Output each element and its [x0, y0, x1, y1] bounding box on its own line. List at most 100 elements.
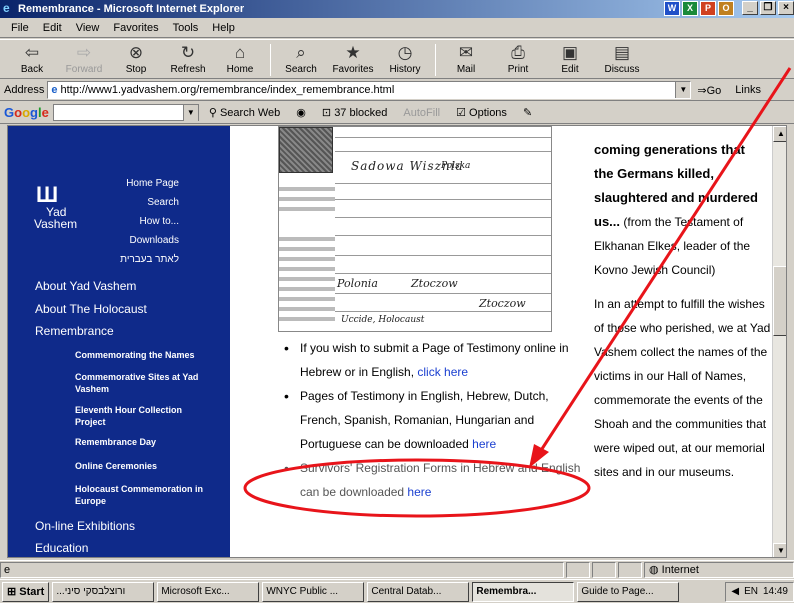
menu-edit[interactable]: Edit: [36, 22, 69, 34]
start-button[interactable]: ⊞ Start: [2, 581, 50, 602]
forward-button[interactable]: ⇨ Forward: [58, 40, 110, 78]
google-search-input[interactable]: ▼: [52, 104, 199, 121]
favorites-button[interactable]: ★ Favorites: [327, 40, 379, 78]
window-titlebar[interactable]: e Remembrance - Microsoft Internet Explo…: [0, 0, 794, 18]
standard-toolbar: ⇦ Back ⇨ Forward ⊗ Stop ↻ Refresh ⌂ Home ⌕ Sea…: [0, 39, 794, 79]
submit-online-link[interactable]: click here: [417, 365, 468, 379]
menu-view[interactable]: View: [69, 22, 107, 34]
volume-icon[interactable]: ◀: [731, 583, 739, 601]
word-icon[interactable]: W: [664, 1, 680, 16]
links-button[interactable]: Links: [735, 84, 761, 96]
options-button[interactable]: ☑ Options: [450, 106, 513, 119]
system-tray: ◀ EN 14:49: [725, 581, 794, 602]
handwriting-town: Ztoczow: [411, 277, 458, 290]
nav-commemorative-sites[interactable]: Commemorative Sites at Yad Vashem: [75, 371, 215, 395]
popup-blocker-button[interactable]: ⊡ 37 blocked: [316, 106, 394, 119]
menorah-icon: Ш: [36, 182, 59, 207]
list-item: Survivors' Registration Forms in Hebrew …: [282, 456, 590, 504]
task-button[interactable]: ...ורוצלבסקי סיני: [52, 581, 155, 602]
yad-vashem-logo[interactable]: Ш Yad Vashem: [34, 182, 78, 231]
nav-eleventh-hour[interactable]: Eleventh Hour Collection Project: [75, 404, 205, 428]
menu-help[interactable]: Help: [205, 22, 242, 34]
back-button[interactable]: ⇦ Back: [6, 40, 58, 78]
status-text: e: [0, 561, 564, 578]
window-title: Remembrance - Microsoft Internet Explore…: [18, 3, 245, 15]
nav-about-holocaust[interactable]: About The Holocaust: [35, 302, 147, 316]
search-web-button[interactable]: ⚲ Search Web: [203, 106, 286, 119]
scroll-down-button[interactable]: ▼: [773, 543, 786, 557]
security-zone: ◍ Internet: [644, 561, 794, 578]
handwriting-cause: Uccide, Holocaust: [341, 315, 425, 325]
excel-icon[interactable]: X: [682, 1, 698, 16]
globe-icon: ◍: [649, 563, 662, 576]
scroll-up-button[interactable]: ▲: [773, 126, 786, 142]
google-logo[interactable]: Google: [4, 105, 49, 120]
powerpoint-icon[interactable]: P: [700, 1, 716, 16]
mission-paragraph: In an attempt to fulfill the wishes of t…: [594, 297, 771, 479]
blocker-icon: ⊡: [321, 107, 335, 119]
download-survivors-forms-link[interactable]: here: [407, 485, 431, 499]
highlight-pen-icon[interactable]: ✎: [517, 106, 538, 119]
word-edit-icon: ▣: [561, 43, 579, 62]
download-pages-link[interactable]: here: [472, 437, 496, 451]
outlook-icon[interactable]: O: [718, 1, 734, 16]
menu-file[interactable]: File: [4, 22, 36, 34]
language-indicator[interactable]: EN: [744, 583, 758, 601]
nav-hebrew-site[interactable]: לאתר בעברית: [8, 250, 179, 269]
maximize-button[interactable]: ❐: [760, 1, 776, 15]
stop-button[interactable]: ⊗ Stop: [110, 40, 162, 78]
refresh-button[interactable]: ↻ Refresh: [162, 40, 214, 78]
go-button[interactable]: ⇒Go: [697, 84, 721, 97]
task-button-active[interactable]: Remembra...: [472, 581, 575, 602]
nav-commemorating-names[interactable]: Commemorating the Names: [75, 349, 195, 361]
address-input[interactable]: e http://www1.yadvashem.org/remembrance/i…: [47, 81, 692, 99]
quote-clipped-line: [594, 126, 774, 138]
address-label: Address: [4, 84, 45, 96]
minimize-button[interactable]: _: [742, 1, 758, 15]
logo-vashem-text: Vashem: [34, 217, 78, 231]
address-bar: Address e http://www1.yadvashem.org/remem…: [0, 80, 794, 101]
menu-favorites[interactable]: Favorites: [106, 22, 165, 34]
nav-online-ceremonies[interactable]: Online Ceremonies: [75, 460, 157, 472]
refresh-icon: ↻: [180, 43, 196, 62]
nav-downloads[interactable]: Downloads: [8, 231, 179, 250]
task-button[interactable]: Central Datab...: [367, 581, 470, 602]
close-button[interactable]: ×: [778, 1, 794, 15]
task-button[interactable]: Microsoft Exc...: [157, 581, 260, 602]
toolbar-separator: [270, 44, 271, 76]
status-bar: e ◍ Internet: [0, 560, 794, 578]
office-shortcut-bar: W X P O: [664, 1, 734, 16]
task-button[interactable]: Guide to Page...: [577, 581, 680, 602]
task-button[interactable]: WNYC Public ...: [262, 581, 365, 602]
mail-button[interactable]: ✉ Mail: [440, 40, 492, 78]
nav-remembrance-day[interactable]: Remembrance Day: [75, 436, 156, 448]
handwriting-country: Polska: [441, 161, 471, 171]
nav-search[interactable]: Search: [8, 193, 179, 212]
history-button[interactable]: ◷ History: [379, 40, 431, 78]
nav-education[interactable]: Education: [35, 541, 88, 555]
print-button[interactable]: ⎙ Print: [492, 40, 544, 78]
google-search-dropdown[interactable]: ▼: [182, 105, 198, 121]
nav-holocaust-commemoration-europe[interactable]: Holocaust Commemoration in Europe: [75, 483, 215, 507]
nav-remembrance[interactable]: Remembrance: [35, 324, 114, 338]
nav-home-page[interactable]: Home Page: [8, 174, 179, 193]
printer-icon: ⎙: [511, 43, 525, 62]
nav-about-yad-vashem[interactable]: About Yad Vashem: [35, 279, 136, 293]
edit-button[interactable]: ▣ Edit: [544, 40, 596, 78]
menu-tools[interactable]: Tools: [166, 22, 206, 34]
quote-line: the Germans killed,: [594, 166, 714, 181]
discuss-button[interactable]: ▤ Discuss: [596, 40, 648, 78]
list-item: If you wish to submit a Page of Testimon…: [282, 336, 590, 384]
scroll-thumb[interactable]: [773, 266, 786, 336]
pagerank-icon[interactable]: ◉: [290, 106, 312, 119]
autofill-button[interactable]: AutoFill: [397, 107, 446, 119]
favorites-icon: ★: [345, 43, 361, 62]
vertical-scrollbar[interactable]: ▲ ▼: [772, 126, 786, 557]
home-button[interactable]: ⌂ Home: [214, 40, 266, 78]
quote-line: coming generations that: [594, 142, 745, 157]
discuss-icon: ▤: [613, 43, 631, 62]
nav-online-exhibitions[interactable]: On-line Exhibitions: [35, 519, 135, 533]
search-button[interactable]: ⌕ Search: [275, 40, 327, 78]
binoculars-icon: ⚲: [208, 107, 220, 119]
address-dropdown-arrow[interactable]: ▼: [675, 82, 691, 98]
